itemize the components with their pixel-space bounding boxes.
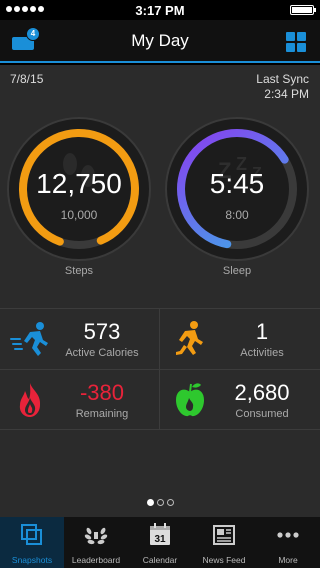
navigation-bar: 4 My Day bbox=[0, 20, 320, 63]
sleep-goal: 8:00 bbox=[225, 208, 249, 222]
tab-leaderboard[interactable]: Leaderboard bbox=[64, 517, 128, 568]
consumed-label: Consumed bbox=[235, 408, 289, 420]
steps-goal: 10,000 bbox=[60, 208, 98, 222]
last-sync-time: 2:34 PM bbox=[264, 87, 309, 101]
consumed-value: 2,680 bbox=[234, 380, 290, 405]
tab-news-feed[interactable]: News Feed bbox=[192, 517, 256, 568]
activities-tile[interactable]: 1 Activities bbox=[160, 309, 319, 369]
running-figure-icon bbox=[10, 322, 48, 356]
apple-icon bbox=[176, 383, 204, 417]
grid-view-icon[interactable] bbox=[286, 32, 306, 52]
tab-bar: Snapshots Leaderboard 31 Calendar News F… bbox=[0, 517, 320, 568]
running-figure-icon bbox=[176, 321, 203, 355]
snapshot-content: 7/8/15 Last Sync 2:34 PM 12,750 10,000 S… bbox=[0, 65, 320, 517]
last-sync: Last Sync 2:34 PM bbox=[256, 72, 309, 102]
stats-grid: 573 Active Calories 1 Activities -380 Re… bbox=[0, 308, 320, 430]
steps-gauge[interactable]: 12,750 10,000 bbox=[6, 116, 152, 262]
active-calories-tile[interactable]: 573 Active Calories bbox=[0, 309, 159, 369]
more-dots-icon bbox=[277, 532, 299, 538]
page-indicator[interactable] bbox=[0, 499, 320, 506]
page-dot bbox=[166, 499, 174, 506]
active-calories-value: 573 bbox=[83, 319, 121, 344]
page-dot bbox=[156, 499, 164, 506]
tab-snapshots[interactable]: Snapshots bbox=[0, 517, 64, 568]
flame-icon bbox=[19, 383, 41, 417]
calendar-icon: 31 bbox=[150, 523, 170, 545]
snapshots-icon bbox=[21, 524, 42, 545]
tab-label: Calendar bbox=[142, 555, 178, 565]
sleep-gauge[interactable]: Z Z Z 5:45 8:00 bbox=[164, 116, 310, 262]
calendar-day: 31 bbox=[154, 534, 166, 545]
sleep-label: Sleep bbox=[222, 265, 252, 277]
laurel-wreath-icon bbox=[84, 527, 108, 545]
activities-value: 1 bbox=[255, 319, 269, 344]
tab-label: More bbox=[278, 555, 298, 565]
tab-more[interactable]: More bbox=[256, 517, 320, 568]
status-time: 3:17 PM bbox=[135, 3, 185, 18]
tab-label: News Feed bbox=[202, 555, 246, 565]
remaining-value: -380 bbox=[79, 380, 125, 405]
snapshot-date: 7/8/15 bbox=[10, 72, 44, 86]
page-dot bbox=[146, 499, 154, 506]
remaining-tile[interactable]: -380 Remaining bbox=[0, 370, 159, 430]
sleep-value: 5:45 bbox=[209, 168, 265, 199]
remaining-label: Remaining bbox=[75, 408, 129, 420]
tab-calendar[interactable]: 31 Calendar bbox=[128, 517, 192, 568]
status-bar: 3:17 PM bbox=[0, 0, 320, 20]
consumed-tile[interactable]: 2,680 Consumed bbox=[160, 370, 319, 430]
battery-icon bbox=[290, 5, 316, 15]
last-sync-label: Last Sync bbox=[256, 72, 309, 86]
tab-label: Snapshots bbox=[11, 555, 53, 565]
newspaper-icon bbox=[213, 525, 235, 545]
steps-label: Steps bbox=[64, 265, 94, 277]
page-title: My Day bbox=[131, 31, 189, 50]
tab-label: Leaderboard bbox=[71, 555, 121, 565]
steps-value: 12,750 bbox=[36, 168, 122, 199]
activities-label: Activities bbox=[240, 347, 284, 359]
active-calories-label: Active Calories bbox=[65, 347, 139, 359]
